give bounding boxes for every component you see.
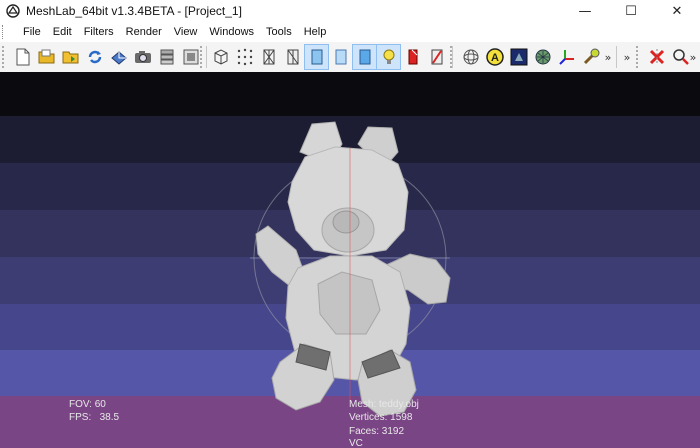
- hidden-lines-button[interactable]: [281, 45, 304, 69]
- snapshot-button[interactable]: [131, 45, 154, 69]
- hidden-lines-icon: [287, 49, 298, 65]
- close-icon: ✕: [671, 3, 683, 19]
- 3d-viewport[interactable]: FOV: 60 FPS: 38.5 Mesh: teddy.obj Vertic…: [0, 72, 700, 448]
- teddy-mesh: [250, 121, 451, 417]
- trackball-button[interactable]: [459, 45, 482, 69]
- fov-readout: FOV: 60: [69, 399, 106, 410]
- new-document-icon: [16, 48, 29, 66]
- fps-readout: FPS: 38.5: [69, 412, 120, 423]
- bbox-cube-icon: [214, 49, 227, 65]
- toolbar-overflow-button-3[interactable]: »: [688, 51, 698, 64]
- vertices-readout: Vertices: 1598: [349, 412, 413, 423]
- toolbar-grip: [636, 46, 643, 68]
- select-vertex-button[interactable]: [531, 45, 554, 69]
- toolbar-separator: [616, 46, 617, 68]
- menu-filters[interactable]: Filters: [78, 26, 120, 38]
- menu-render[interactable]: Render: [120, 26, 168, 38]
- menu-edit[interactable]: Edit: [47, 26, 78, 38]
- window-title: MeshLab_64bit v1.3.4BETA - [Project_1]: [26, 4, 242, 18]
- menu-bar: File Edit Filters Render View Windows To…: [0, 22, 700, 42]
- meshlab-app-icon: [6, 4, 20, 18]
- points-button[interactable]: [233, 45, 256, 69]
- flat-lines-button[interactable]: [304, 44, 329, 70]
- toolbar-grip: [200, 46, 207, 68]
- delete-x-icon: [649, 49, 664, 65]
- layer-stack-button[interactable]: [155, 45, 178, 69]
- trackball-icon: [463, 49, 478, 65]
- import-mesh-button[interactable]: [59, 45, 82, 69]
- flat-button[interactable]: [329, 45, 352, 69]
- menu-file[interactable]: File: [13, 26, 47, 38]
- new-project-button[interactable]: [11, 45, 34, 69]
- flat-lines-icon: [311, 49, 322, 65]
- color-square-icon: [510, 48, 527, 66]
- toolbar-grip: [2, 46, 9, 68]
- lightbulb-icon: [383, 49, 394, 64]
- teddy-nose: [332, 210, 360, 234]
- reload-icon: [88, 50, 101, 64]
- menu-help[interactable]: Help: [298, 26, 333, 38]
- menu-grip: [2, 25, 9, 39]
- delete-selection-button[interactable]: [645, 45, 668, 69]
- export-mesh-button[interactable]: [107, 45, 130, 69]
- wireframe-icon: [263, 49, 274, 65]
- double-side-lighting-button[interactable]: [401, 45, 424, 69]
- flat-icon: [335, 49, 346, 65]
- import-folder-icon: [62, 51, 78, 64]
- toolbar-overflow-button[interactable]: »: [603, 51, 613, 64]
- open-project-button[interactable]: [35, 45, 58, 69]
- backface-culling-button[interactable]: [425, 45, 448, 69]
- wireframe-button[interactable]: [257, 45, 280, 69]
- smooth-button[interactable]: [352, 44, 377, 70]
- toolbar: A » » »: [0, 42, 700, 73]
- double-lighting-icon: [408, 49, 417, 65]
- mesh-select-icon: [535, 49, 550, 65]
- maximize-button[interactable]: ☐: [608, 0, 654, 22]
- close-button[interactable]: ✕: [654, 0, 700, 22]
- minimize-button[interactable]: —: [562, 0, 608, 22]
- menu-windows[interactable]: Windows: [203, 26, 260, 38]
- minimize-icon: —: [578, 3, 592, 19]
- backface-culling-icon: [431, 49, 442, 65]
- points-icon: [237, 48, 252, 66]
- bounding-box-button[interactable]: [209, 45, 232, 69]
- toolbar-grip: [450, 46, 457, 68]
- title-bar: MeshLab_64bit v1.3.4BETA - [Project_1] —…: [0, 0, 700, 22]
- open-folder-icon: [38, 49, 54, 64]
- mesh-name-readout: Mesh: teddy.obj: [349, 399, 419, 410]
- image-frame-icon: [183, 49, 198, 65]
- layers-icon: [160, 49, 173, 65]
- menu-view[interactable]: View: [168, 26, 204, 38]
- light-button[interactable]: [376, 44, 401, 70]
- toolbar-overflow-button-2[interactable]: »: [622, 51, 632, 64]
- render-snapshot-button[interactable]: [179, 45, 202, 69]
- camera-icon: [134, 51, 151, 63]
- maximize-icon: ☐: [625, 3, 637, 19]
- axes-manipulator-icon: [558, 50, 574, 65]
- axis-label-button[interactable]: A: [483, 45, 506, 69]
- manipulator-button[interactable]: [555, 45, 578, 69]
- paint-brush-icon: [583, 48, 599, 65]
- axis-a-icon: A: [485, 48, 504, 66]
- svg-text:A: A: [491, 52, 499, 64]
- faces-readout: Faces: 3192: [349, 426, 405, 437]
- menu-tools[interactable]: Tools: [260, 26, 298, 38]
- reload-button[interactable]: [83, 45, 106, 69]
- color-button[interactable]: [507, 45, 530, 69]
- vc-readout: VC: [349, 438, 363, 448]
- export-icon: [110, 51, 127, 65]
- smooth-icon: [359, 49, 370, 65]
- paint-button[interactable]: [579, 45, 602, 69]
